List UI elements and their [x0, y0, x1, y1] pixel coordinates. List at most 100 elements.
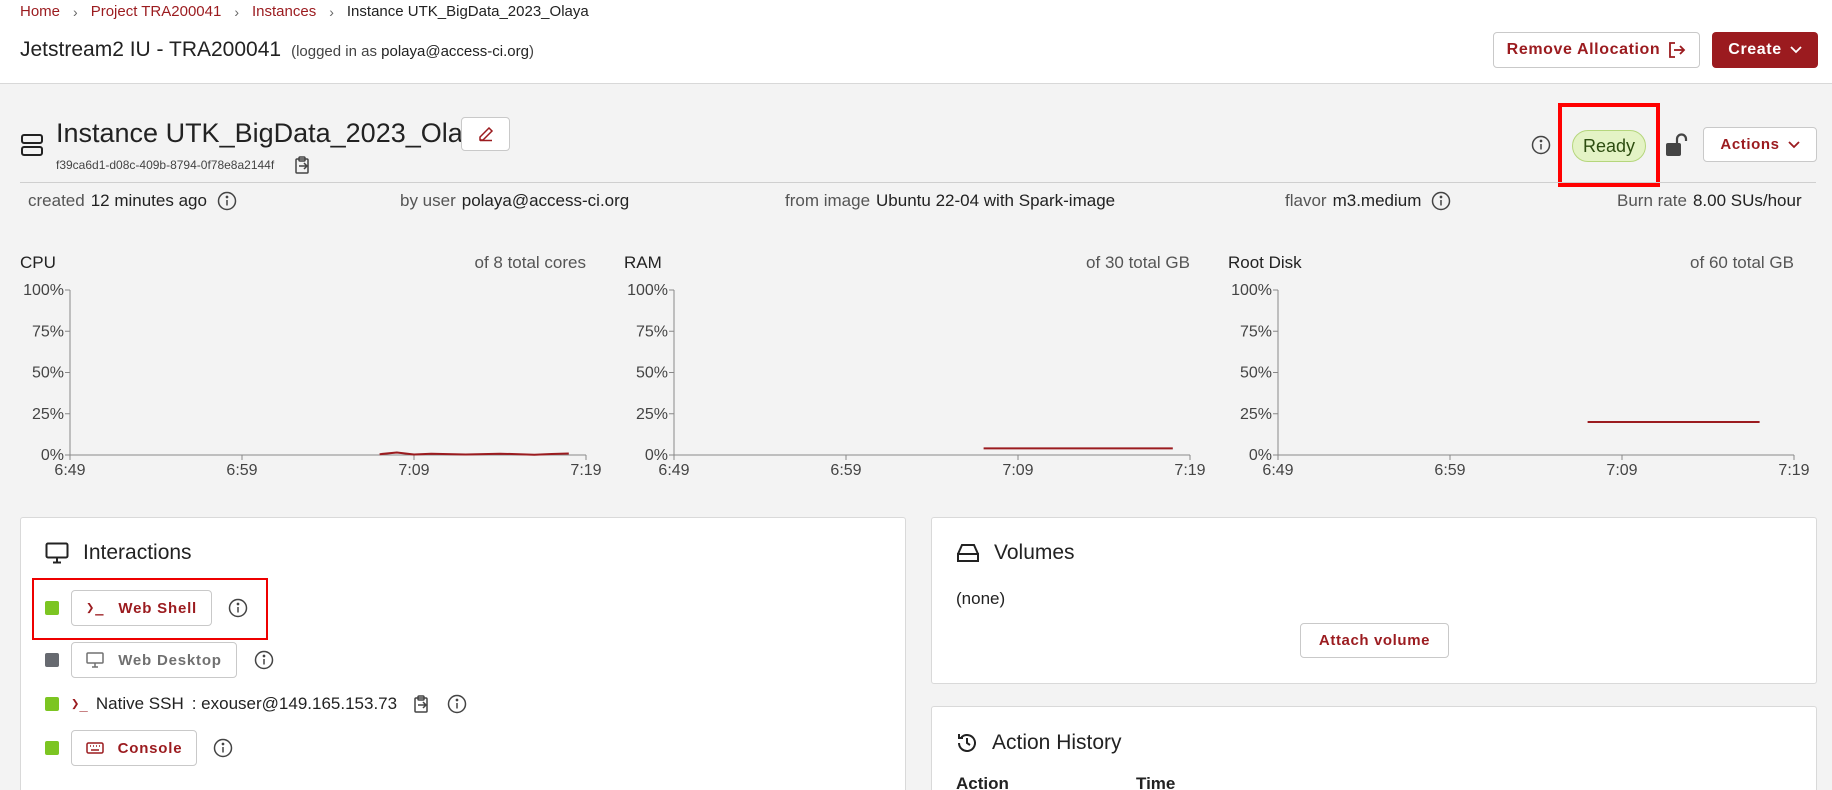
created-value: 12 minutes ago: [90, 191, 207, 210]
x-tick-label: 6:49: [1262, 462, 1293, 479]
breadcrumb-instances-link[interactable]: Instances: [252, 3, 316, 20]
x-tick-label: 7:09: [1606, 462, 1637, 479]
highlight-box: [1558, 103, 1660, 187]
chevron-right-icon: ›: [329, 3, 334, 20]
console-status-dot: [45, 741, 59, 755]
y-tick-label: 100%: [627, 282, 668, 299]
disk-chart: 0%25%50%75%100%6:49 6:59 7:09 7:19: [1231, 282, 1810, 479]
web-desktop-status-dot: [45, 653, 59, 667]
history-icon: [958, 734, 976, 752]
native-ssh-row: ❯_ Native SSH : exouser@149.165.153.73: [71, 694, 397, 714]
logged-in-user: polaya@access-ci.org: [381, 43, 529, 60]
ram-chart-title: RAM: [624, 253, 662, 272]
y-tick-label: 75%: [32, 323, 64, 340]
created-meta: created 12 minutes ago: [28, 191, 237, 211]
web-shell-button[interactable]: ❯_ Web Shell: [71, 590, 212, 626]
terminal-icon: ❯_: [71, 696, 88, 712]
logged-in-suffix: ): [528, 43, 534, 60]
breadcrumb-project-link[interactable]: Project TRA200041: [91, 3, 222, 20]
volumes-empty-text: (none): [956, 589, 1006, 608]
attach-volume-label: Attach volume: [1318, 632, 1431, 649]
logged-in-prefix: (logged in as: [291, 43, 377, 60]
disk-chart-title: Root Disk: [1228, 253, 1302, 272]
x-tick-label: 6:49: [54, 462, 85, 479]
status-info-icon[interactable]: [1531, 135, 1551, 155]
cpu-chart-title: CPU: [20, 253, 56, 272]
action-history-label: Action History: [992, 731, 1122, 754]
copy-id-icon[interactable]: [295, 156, 311, 174]
console-button[interactable]: Console: [71, 730, 197, 766]
y-tick-label: 25%: [636, 406, 668, 423]
web-desktop-button[interactable]: Web Desktop: [71, 642, 237, 678]
sign-out-icon: [1669, 42, 1686, 58]
y-tick-label: 75%: [1240, 323, 1272, 340]
web-shell-label: Web Shell: [118, 599, 198, 617]
flavor-value: m3.medium: [1332, 191, 1422, 210]
monitor-icon: [86, 652, 104, 668]
flavor-meta: flavor m3.medium: [1285, 191, 1451, 211]
terminal-icon: ❯_: [85, 600, 105, 616]
image-meta: from image Ubuntu 22-04 with Spark-image: [785, 191, 1115, 211]
x-tick-label: 6:59: [1434, 462, 1465, 479]
image-label: from image: [785, 191, 871, 210]
instance-id: f39ca6d1-d08c-409b-8794-0f78e8a2144f: [56, 158, 275, 172]
flavor-info-icon[interactable]: [1431, 191, 1451, 211]
x-tick-label: 7:09: [398, 462, 429, 479]
native-ssh-value: : exouser@149.165.153.73: [191, 694, 398, 713]
copy-ssh-icon[interactable]: [414, 695, 430, 713]
y-tick-label: 100%: [23, 282, 64, 299]
volumes-label: Volumes: [994, 541, 1075, 564]
project-title: Jetstream2 IU - TRA200041: [20, 38, 282, 61]
created-info-icon[interactable]: [217, 191, 237, 211]
y-tick-label: 50%: [32, 365, 64, 382]
breadcrumb: Home › Project TRA200041 › Instances › I…: [20, 3, 589, 20]
keyboard-icon: [85, 742, 104, 754]
burn-rate-label: Burn rate: [1617, 191, 1687, 210]
page-title: Jetstream2 IU - TRA200041 (logged in as p…: [20, 38, 534, 62]
actions-label: Actions: [1720, 136, 1780, 153]
x-tick-label: 6:59: [226, 462, 257, 479]
user-label: by user: [400, 191, 456, 210]
chevron-down-icon: [1787, 140, 1800, 148]
native-ssh-info-icon[interactable]: [447, 694, 467, 714]
chevron-down-icon: [1790, 46, 1802, 54]
create-button[interactable]: Create: [1712, 32, 1818, 68]
console-label: Console: [117, 739, 183, 757]
monitor-icon: [45, 542, 69, 564]
console-info-icon[interactable]: [213, 738, 233, 758]
user-meta: by user polaya@access-ci.org: [400, 191, 629, 211]
y-tick-label: 50%: [1240, 365, 1272, 382]
native-ssh-status-dot: [45, 697, 59, 711]
breadcrumb-current: Instance UTK_BigData_2023_Olaya: [346, 3, 589, 20]
create-label: Create: [1728, 41, 1782, 58]
cpu-chart: 0%25%50%75%100%6:49 6:59 7:09 7:19: [23, 282, 602, 479]
cpu-chart-total: of 8 total cores: [474, 253, 586, 272]
web-shell-status-dot: [45, 601, 59, 615]
header-divider: [20, 182, 1816, 183]
web-shell-info-icon[interactable]: [228, 598, 248, 618]
logged-in-text: (logged in as polaya@access-ci.org): [291, 43, 534, 60]
interactions-label: Interactions: [83, 541, 192, 564]
chevron-right-icon: ›: [73, 3, 78, 20]
chevron-right-icon: ›: [234, 3, 239, 20]
ram-chart-total: of 30 total GB: [1086, 253, 1190, 272]
web-desktop-info-icon[interactable]: [254, 650, 274, 670]
y-tick-label: 75%: [636, 323, 668, 340]
instance-title: Instance UTK_BigData_2023_Olaya: [56, 118, 492, 148]
remove-allocation-label: Remove Allocation: [1506, 41, 1661, 58]
unlocked-icon[interactable]: [1664, 132, 1690, 158]
x-tick-label: 7:19: [1778, 462, 1809, 479]
actions-button[interactable]: Actions: [1703, 127, 1817, 162]
interactions-title: Interactions: [45, 541, 192, 565]
y-tick-label: 25%: [1240, 406, 1272, 423]
image-value: Ubuntu 22-04 with Spark-image: [876, 191, 1116, 210]
action-history-title: Action History: [956, 731, 1122, 755]
breadcrumb-home-link[interactable]: Home: [20, 3, 60, 20]
pencil-icon: [478, 126, 493, 142]
volumes-title: Volumes: [956, 541, 1075, 565]
created-label: created: [28, 191, 85, 210]
edit-name-button[interactable]: [461, 117, 510, 151]
attach-volume-button[interactable]: Attach volume: [1300, 623, 1449, 658]
y-tick-label: 25%: [32, 406, 64, 423]
remove-allocation-button[interactable]: Remove Allocation: [1493, 32, 1700, 68]
